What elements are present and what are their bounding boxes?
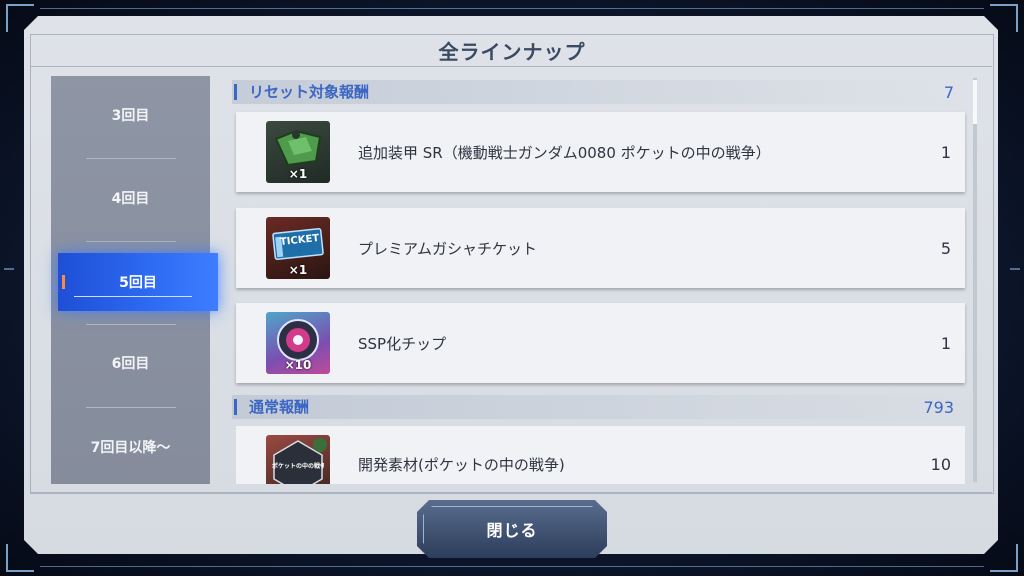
sidebar-divider — [86, 158, 176, 159]
item-quantity: 1 — [940, 142, 951, 162]
sidebar-item-label: 3回目 — [111, 108, 150, 124]
scrollbar-thumb[interactable] — [973, 80, 977, 124]
frame-corner-bl — [6, 544, 34, 572]
section-header-normal-rewards: 通常報酬 793 — [232, 395, 956, 419]
ticket-icon: TICKET ×1 — [266, 217, 330, 279]
material-icon: ポケットの中の戦争 — [266, 435, 330, 484]
item-quantity: 1 — [940, 333, 951, 353]
reward-row[interactable]: ポケットの中の戦争 開発素材(ポケットの中の戦争) 10 — [236, 426, 965, 484]
sidebar-divider — [86, 241, 176, 242]
item-name: 追加装甲 SR（機動戦士ガンダム0080 ポケットの中の戦争） — [358, 143, 771, 162]
close-button[interactable]: 閉じる — [417, 500, 607, 558]
frame-line-bottom — [40, 566, 984, 567]
sidebar-divider — [86, 407, 176, 408]
reward-row[interactable]: ×1 追加装甲 SR（機動戦士ガンダム0080 ポケットの中の戦争） 1 — [236, 112, 965, 192]
sidebar-divider — [86, 324, 176, 325]
item-multiplier: ×1 — [288, 263, 308, 277]
item-quantity: 10 — [930, 454, 951, 474]
sidebar-item-label: 7回目以降〜 — [90, 440, 171, 456]
title-divider — [30, 66, 992, 67]
material-icon-text: ポケットの中の戦争 — [272, 463, 324, 470]
frame-tick-left — [4, 268, 14, 270]
item-name: 開発素材(ポケットの中の戦争) — [358, 455, 565, 474]
item-name: SSP化チップ — [358, 334, 447, 353]
list-clip: ポケットの中の戦争 開発素材(ポケットの中の戦争) 10 — [236, 426, 965, 484]
close-button-label: 閉じる — [486, 521, 538, 540]
footer-divider — [30, 492, 992, 493]
sidebar-item-round-4[interactable]: 4回目 — [51, 163, 210, 233]
sidebar-item-round-6[interactable]: 6回目 — [51, 328, 210, 398]
item-multiplier: ×1 — [288, 167, 308, 181]
sidebar-item-label: 6回目 — [111, 356, 150, 372]
section-count: 793 — [923, 397, 954, 417]
frame-tick-right — [1010, 268, 1020, 270]
section-count: 7 — [943, 82, 954, 102]
sidebar-item-round-3[interactable]: 3回目 — [51, 80, 210, 150]
armor-icon: ×1 — [266, 121, 330, 183]
dialog-title: 全ラインナップ — [438, 40, 586, 64]
chip-icon: ×10 — [266, 312, 330, 374]
active-underline — [74, 296, 192, 297]
sidebar-item-label: 4回目 — [111, 191, 150, 207]
reward-row[interactable]: TICKET ×1 プレミアムガシャチケット 5 — [236, 208, 965, 288]
item-quantity: 5 — [940, 238, 951, 258]
list-scrollbar[interactable] — [973, 78, 977, 482]
active-marker — [62, 275, 65, 289]
sidebar-item-round-5[interactable]: 5回目 — [58, 253, 218, 311]
section-header-reset-rewards: リセット対象報酬 7 — [232, 80, 956, 104]
sidebar-item-label: 5回目 — [119, 275, 157, 291]
item-name: プレミアムガシャチケット — [358, 239, 537, 258]
sidebar-item-round-7-plus[interactable]: 7回目以降〜 — [51, 412, 210, 482]
reward-row[interactable]: ×10 SSP化チップ 1 — [236, 303, 965, 383]
frame-corner-br — [990, 544, 1018, 572]
item-multiplier: ×10 — [284, 358, 312, 372]
section-title: 通常報酬 — [234, 399, 309, 415]
section-title: リセット対象報酬 — [234, 84, 369, 100]
frame-line-top — [40, 8, 984, 9]
